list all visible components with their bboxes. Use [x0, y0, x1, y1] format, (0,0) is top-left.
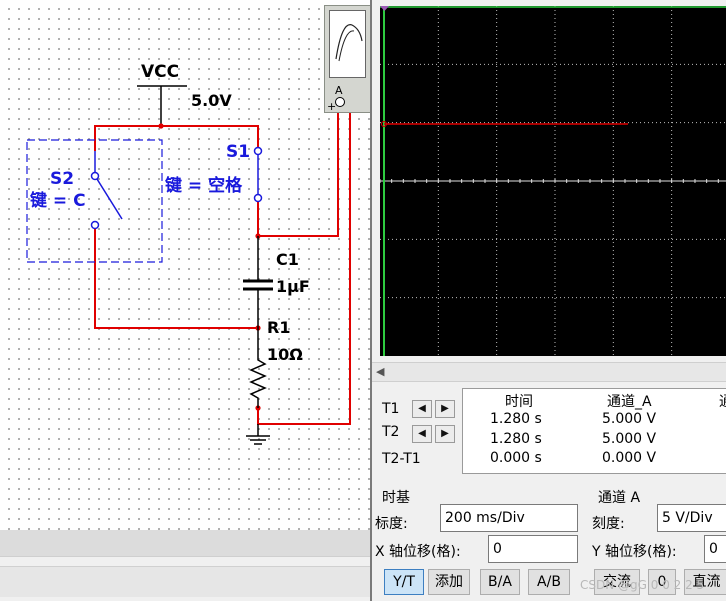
- ba-mode-button[interactable]: B/A: [480, 569, 520, 595]
- cursor-readout-table: 时间 通道_A 通 1.280 s 5.000 V 1.280 s 5.000 …: [462, 388, 726, 474]
- t2-channel-a: 5.000 V: [602, 431, 657, 447]
- s2-switch[interactable]: [90, 151, 123, 230]
- waveform-icon: [335, 24, 363, 62]
- c1-capacitor[interactable]: [243, 236, 273, 328]
- add-mode-button[interactable]: 添加: [428, 569, 470, 595]
- t2-time: 1.280 s: [490, 431, 542, 447]
- s2-label: S2: [50, 169, 74, 189]
- oscilloscope-instrument[interactable]: + A: [324, 5, 371, 113]
- junction-dot: [158, 123, 164, 129]
- oscilloscope-icon-screen: [329, 10, 366, 78]
- t1-left-arrow-icon[interactable]: ◀: [412, 400, 432, 418]
- ground-symbol[interactable]: [246, 424, 270, 445]
- y-position-label: Y 轴位移(格):: [592, 544, 677, 560]
- vcc-source[interactable]: [137, 85, 187, 126]
- scope-terminal-a-label: A: [335, 84, 343, 97]
- scope-terminal-a[interactable]: [335, 97, 345, 107]
- c1-value: 1µF: [276, 277, 310, 296]
- t2-left-arrow-icon[interactable]: ◀: [412, 425, 432, 443]
- r1-value: 10Ω: [267, 345, 303, 364]
- s2-key-label: 键 = C: [30, 190, 86, 211]
- y-position-field[interactable]: 0: [704, 535, 726, 563]
- t1-time: 1.280 s: [490, 411, 542, 427]
- s1-label: S1: [226, 142, 250, 162]
- watermark: CSDN @gG 0 0 2 2 5: [580, 578, 705, 592]
- t2-right-arrow-icon[interactable]: ▶: [435, 425, 455, 443]
- t1-right-arrow-icon[interactable]: ▶: [435, 400, 455, 418]
- t2-label: T2: [382, 424, 400, 440]
- channel-a-title: 通道 A: [598, 490, 641, 506]
- x-position-field[interactable]: 0: [488, 535, 578, 563]
- s1-key-label: 键 = 空格: [165, 175, 243, 196]
- header-channel-a: 通道_A: [607, 394, 652, 410]
- header-channel-b: 通: [719, 391, 726, 411]
- workspace-status-strip: [0, 530, 372, 601]
- sheet-tab-bar: [0, 566, 372, 597]
- channel-a-scale-field[interactable]: 5 V/Div: [657, 504, 726, 532]
- header-time: 时间: [505, 394, 533, 410]
- scroll-left-icon[interactable]: ◀: [376, 365, 384, 378]
- vcc-value: 5.0V: [191, 91, 232, 110]
- r1-label: R1: [267, 318, 290, 337]
- x-position-label: X 轴位移(格):: [375, 544, 461, 560]
- yt-mode-button[interactable]: Y/T: [384, 569, 424, 595]
- t2-t1-time: 0.000 s: [490, 450, 542, 466]
- vcc-label: VCC: [141, 62, 179, 82]
- horizontal-scrollbar[interactable]: [0, 530, 372, 557]
- r1-resistor[interactable]: [249, 328, 267, 408]
- t1-label: T1: [382, 401, 400, 417]
- oscilloscope-panel: ◀ T1 T2 T2-T1 ◀ ▶ ◀ ▶ 时间 通道_A 通 1.280 s …: [370, 0, 726, 601]
- oscilloscope-display[interactable]: [380, 6, 726, 356]
- t1-channel-a: 5.000 V: [602, 411, 657, 427]
- timebase-title: 时基: [382, 490, 410, 506]
- ab-mode-button[interactable]: A/B: [528, 569, 570, 595]
- timebase-scale-label: 标度:: [375, 516, 408, 532]
- wires: [94, 110, 351, 425]
- scope-grid: [380, 6, 726, 356]
- t2-t1-channel-a: 0.000 V: [602, 450, 657, 466]
- c1-label: C1: [276, 250, 299, 269]
- s1-switch[interactable]: [253, 146, 263, 203]
- timebase-scale-field[interactable]: 200 ms/Div: [440, 504, 578, 532]
- display-scrollbar[interactable]: ◀: [372, 362, 726, 382]
- channel-a-scale-label: 刻度:: [592, 516, 625, 532]
- cursor-t1-handle[interactable]: [380, 6, 389, 11]
- circuit-diagram: VCC 5.0V S2 键 = C S1 键 = 空格 C1 1µF R1 10…: [26, 62, 351, 445]
- t2-t1-label: T2-T1: [382, 451, 421, 467]
